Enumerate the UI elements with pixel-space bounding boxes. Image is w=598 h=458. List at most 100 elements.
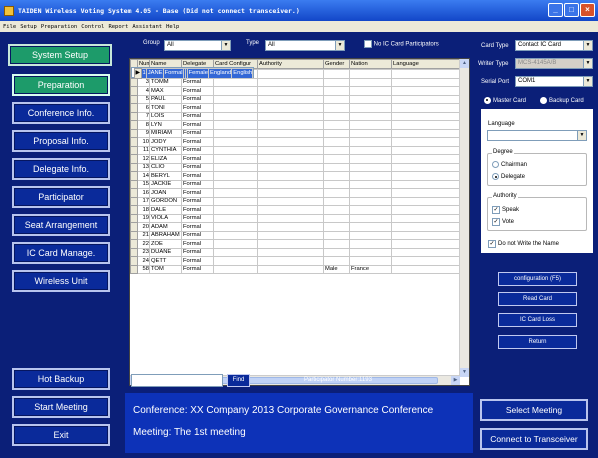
row-indicator[interactable] [130, 154, 138, 164]
menu-report[interactable]: Report [108, 24, 128, 30]
table-row[interactable]: 20 ADAM Formal [130, 222, 461, 232]
row-indicator[interactable] [130, 239, 138, 249]
nav-ic-card-manage[interactable]: IC Card Manage. [12, 242, 110, 264]
row-indicator[interactable] [130, 247, 138, 257]
table-row[interactable]: 19 VIOLA Formal [130, 213, 461, 223]
table-row[interactable]: 22 ZOE Formal [130, 239, 461, 249]
table-row[interactable]: 16 JOAN Formal [130, 188, 461, 198]
table-row[interactable]: 5 PAUL Formal [130, 94, 461, 104]
table-row[interactable]: ▶ 1 JANE Formal Female England English [130, 67, 255, 79]
menu-help[interactable]: Help [166, 24, 179, 30]
nav-delegate-info[interactable]: Delegate Info. [12, 158, 110, 180]
find-button[interactable]: Find [227, 374, 250, 387]
select-meeting-button[interactable]: Select Meeting [480, 399, 588, 421]
maximize-button[interactable]: □ [564, 3, 579, 17]
nav-participator[interactable]: Participator [12, 186, 110, 208]
scroll-up-icon[interactable]: ▲ [460, 59, 469, 68]
backup-card-radio[interactable] [540, 97, 547, 104]
ic-card-loss-button[interactable]: IC Card Loss [498, 313, 577, 327]
chevron-down-icon[interactable]: ▼ [583, 41, 592, 50]
minimize-button[interactable]: _ [548, 3, 563, 17]
language-select[interactable]: ▼ [487, 130, 587, 141]
chevron-down-icon[interactable]: ▼ [221, 41, 230, 50]
menu-file[interactable]: File [3, 24, 16, 30]
row-indicator[interactable] [130, 171, 138, 181]
delegate-radio[interactable] [492, 173, 499, 180]
table-row[interactable]: 4 MAX Formal [130, 86, 461, 96]
chairman-option[interactable]: Chairman [492, 161, 527, 168]
participator-table[interactable]: Num Name Delegate Card Configur Authorit… [129, 58, 470, 386]
group-select[interactable]: All ▼ [164, 40, 231, 51]
nav-system-setup[interactable]: System Setup [8, 44, 112, 66]
table-row[interactable]: 58 TOM Formal Male France [130, 264, 461, 274]
table-row[interactable]: 10 JODY Formal [130, 137, 461, 147]
row-indicator[interactable] [130, 137, 138, 147]
table-row[interactable]: 9 MIRIAM Formal [130, 128, 461, 138]
configuration-button[interactable]: configuration (F5) [498, 272, 577, 286]
connect-transceiver-button[interactable]: Connect to Transceiver [480, 428, 588, 450]
col-language[interactable]: Language [391, 59, 461, 69]
vertical-scrollbar[interactable]: ▲ ▼ [459, 59, 469, 377]
table-row[interactable]: 14 BERYL Formal [130, 171, 461, 181]
hot-backup-button[interactable]: Hot Backup [12, 368, 110, 390]
table-row[interactable]: 12 ELIZA Formal [130, 154, 461, 164]
serial-port-select[interactable]: COM1 ▼ [515, 76, 593, 87]
row-indicator[interactable]: ▶ [133, 68, 142, 79]
table-row[interactable]: 8 LYN Formal [130, 120, 461, 130]
no-write-name-checkbox[interactable]: ✓ [488, 240, 496, 248]
table-row[interactable]: 21 ABRAHAM Formal [130, 230, 461, 240]
row-indicator[interactable] [130, 256, 138, 266]
type-select[interactable]: All ▼ [265, 40, 345, 51]
row-indicator[interactable] [130, 94, 138, 104]
menu-preparation[interactable]: Preparation [41, 24, 77, 30]
master-card-radio[interactable] [484, 97, 491, 104]
menu-control[interactable]: Control [81, 24, 104, 30]
col-authority[interactable]: Authority [257, 59, 324, 69]
row-indicator[interactable] [130, 222, 138, 232]
row-indicator[interactable] [130, 205, 138, 215]
table-row[interactable]: 11 CYNTHIA Formal [130, 145, 461, 155]
card-type-select[interactable]: Contact IC Card ▼ [515, 40, 593, 51]
row-indicator[interactable] [130, 120, 138, 130]
table-row[interactable]: 3 TOMM Formal [130, 77, 461, 87]
master-card-option[interactable]: Master Card [484, 97, 526, 104]
vote-option[interactable]: ✓ Vote [492, 218, 514, 226]
row-indicator[interactable] [130, 77, 138, 87]
table-row[interactable]: 24 QETT Formal [130, 256, 461, 266]
chevron-down-icon[interactable]: ▼ [577, 131, 586, 140]
table-row[interactable]: 13 CLIO Formal [130, 162, 461, 172]
exit-button[interactable]: Exit [12, 424, 110, 446]
row-indicator[interactable] [130, 264, 138, 274]
nav-wireless-unit[interactable]: Wireless Unit [12, 270, 110, 292]
speak-checkbox[interactable]: ✓ [492, 206, 500, 214]
chairman-radio[interactable] [492, 161, 499, 168]
row-indicator[interactable] [130, 128, 138, 138]
delegate-option[interactable]: Delegate [492, 173, 525, 180]
row-indicator[interactable] [130, 111, 138, 121]
table-row[interactable]: 6 TONI Formal [130, 103, 461, 113]
menu-assistant[interactable]: Assistant [132, 24, 162, 30]
no-ic-card-checkbox[interactable] [364, 40, 372, 48]
menu-setup[interactable]: Setup [20, 24, 37, 30]
no-ic-card-filter[interactable]: No IC Card Participators [364, 40, 439, 48]
chevron-down-icon[interactable]: ▼ [583, 77, 592, 86]
row-indicator[interactable] [130, 145, 138, 155]
nav-seat-arrangement[interactable]: Seat Arrangement [12, 214, 110, 236]
table-row[interactable]: 23 DUANE Formal [130, 247, 461, 257]
row-indicator[interactable] [130, 196, 138, 206]
row-indicator[interactable] [130, 162, 138, 172]
search-input[interactable] [131, 374, 223, 387]
table-row[interactable]: 7 LOIS Formal [130, 111, 461, 121]
row-indicator[interactable] [130, 213, 138, 223]
nav-proposal-info[interactable]: Proposal Info. [12, 130, 110, 152]
scroll-down-icon[interactable]: ▼ [460, 368, 469, 377]
no-write-name-option[interactable]: ✓ Do not Write the Name [488, 240, 559, 248]
chevron-down-icon[interactable]: ▼ [335, 41, 344, 50]
speak-option[interactable]: ✓ Speak [492, 206, 519, 214]
read-card-button[interactable]: Read Card [498, 292, 577, 306]
row-indicator[interactable] [130, 179, 138, 189]
start-meeting-button[interactable]: Start Meeting [12, 396, 110, 418]
backup-card-option[interactable]: Backup Card [540, 97, 584, 104]
col-nation[interactable]: Nation [349, 59, 392, 69]
row-indicator[interactable] [130, 103, 138, 113]
